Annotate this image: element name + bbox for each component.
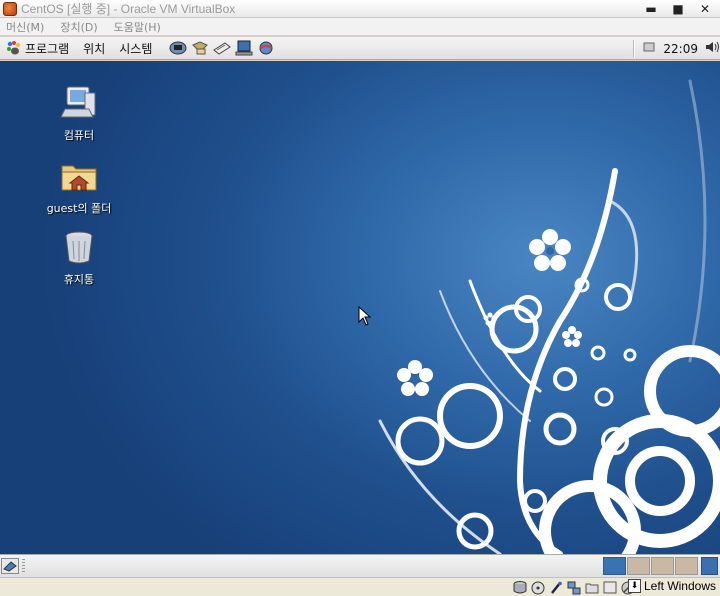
menu-machine[interactable]: 머신(M) (6, 19, 44, 35)
desktop-icon-trash[interactable]: 휴지통 (29, 227, 129, 287)
desktop-icon-home-folder[interactable]: guest의 폴더 (29, 156, 129, 216)
window-title: CentOS [실행 중] - Oracle VM VirtualBox (21, 2, 236, 16)
notification-icon[interactable] (643, 41, 655, 56)
host-key-arrow-icon: ⬇ (627, 579, 641, 593)
host-key-label: Left Windows (643, 579, 716, 593)
menu-help[interactable]: 도움말(H) (114, 19, 161, 35)
trash-icon (59, 227, 99, 267)
gnome-bottom-panel (0, 554, 720, 577)
file-manager-icon[interactable] (190, 40, 209, 57)
workspace-switcher (603, 557, 698, 575)
host-key-indicator[interactable]: ⬇ Left Windows (627, 579, 716, 593)
home-folder-icon (59, 156, 99, 196)
window-titlebar: CentOS [실행 중] - Oracle VM VirtualBox ▬ ■… (0, 0, 720, 18)
menu-devices[interactable]: 장치(D) (60, 19, 97, 35)
network-icon[interactable] (168, 40, 187, 57)
desktop-icon-label: guest의 폴더 (46, 202, 112, 215)
maximize-button[interactable]: ■ (665, 1, 691, 16)
shared-folders-icon[interactable] (584, 580, 600, 595)
window-controls: ▬ ■ ✕ (638, 1, 718, 16)
workspace-4[interactable] (675, 557, 698, 575)
vbox-menubar: 머신(M) 장치(D) 도움말(H) (0, 18, 720, 36)
panel-separator (633, 40, 636, 57)
text-editor-icon[interactable] (212, 40, 231, 57)
mouse-cursor-icon (358, 306, 372, 326)
optical-drive-icon[interactable] (530, 580, 546, 595)
virtualbox-app-icon (3, 1, 17, 16)
computer-icon (59, 83, 99, 123)
menu-applications[interactable]: 프로그램 (25, 40, 69, 57)
desktop-icon-computer[interactable]: 컴퓨터 (29, 83, 129, 143)
desktop-icon-label: 컴퓨터 (63, 129, 95, 142)
hard-disk-icon[interactable] (512, 580, 528, 595)
web-browser-icon[interactable] (256, 40, 275, 57)
network-adapter-icon[interactable] (566, 580, 582, 595)
gnome-top-panel: 프로그램 위치 시스템 22:09 (0, 37, 720, 60)
workspace-2[interactable] (627, 557, 650, 575)
workspace-1[interactable] (603, 557, 626, 575)
panel-clock[interactable]: 22:09 (663, 42, 698, 56)
usb-icon[interactable] (548, 580, 564, 595)
volume-icon[interactable] (704, 40, 720, 57)
menu-places[interactable]: 위치 (83, 40, 105, 57)
monitor-icon[interactable] (234, 40, 253, 57)
minimize-button[interactable]: ▬ (638, 1, 664, 16)
workspace-3[interactable] (651, 557, 674, 575)
display-icon[interactable] (602, 580, 618, 595)
close-button[interactable]: ✕ (692, 1, 718, 16)
gnome-foot-icon (6, 40, 22, 56)
menu-system[interactable]: 시스템 (119, 40, 152, 57)
vbox-statusbar: ⬇ Left Windows (0, 577, 720, 596)
trash-applet-icon[interactable] (701, 557, 718, 575)
desktop-icon-label: 휴지통 (63, 273, 95, 286)
panel-drag-handle[interactable] (22, 559, 25, 573)
desktop-area[interactable]: 컴퓨터 guest의 폴더 휴지통 (0, 61, 720, 554)
show-desktop-button[interactable] (1, 558, 19, 574)
